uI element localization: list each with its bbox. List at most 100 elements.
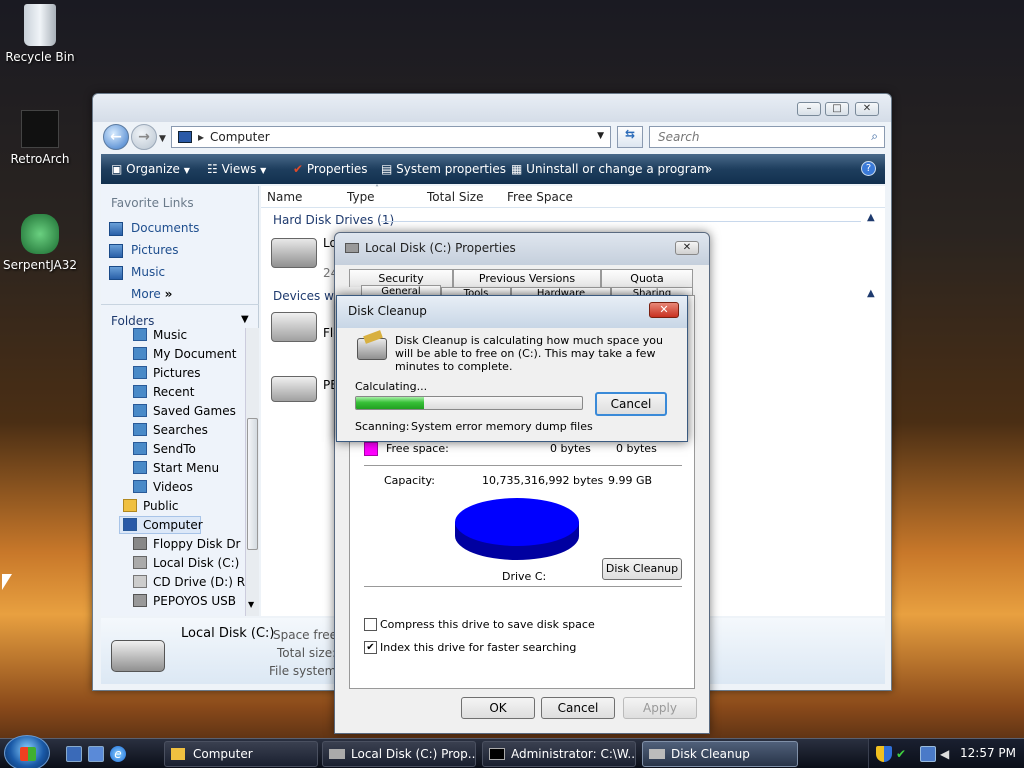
properties-title: Local Disk (C:) Properties — [365, 241, 516, 255]
cleanup-title: Disk Cleanup — [348, 304, 427, 318]
properties-close-button[interactable]: ✕ — [675, 241, 699, 255]
floppy-drive-icon — [133, 537, 147, 550]
collapse-group-icon[interactable]: ▲ — [867, 212, 875, 223]
security-shield-icon[interactable] — [876, 746, 892, 762]
tree-item-start-menu[interactable]: Start Menu — [153, 461, 219, 475]
ok-button[interactable]: OK — [461, 697, 535, 719]
breadcrumb-separator-icon[interactable]: ▸ — [198, 130, 204, 144]
index-checkbox[interactable]: ✔ — [364, 641, 377, 654]
search-placeholder: Search — [658, 130, 700, 144]
uninstall-button[interactable]: ▦ Uninstall or change a program — [511, 162, 709, 176]
desktop-icon-serpentja32[interactable]: SerpentJA32 — [0, 214, 80, 272]
hard-drive-icon — [271, 238, 317, 268]
folders-header[interactable]: Folders — [111, 314, 154, 328]
nav-link-music[interactable]: Music — [131, 265, 165, 279]
scrollbar-thumb[interactable] — [247, 418, 258, 550]
refresh-button[interactable]: ⇆ — [617, 126, 643, 148]
cleanup-close-button[interactable]: ✕ — [649, 302, 679, 318]
cleanup-titlebar[interactable]: Disk Cleanup — [337, 296, 687, 328]
usb-drive-icon — [133, 594, 147, 607]
tree-scrollbar[interactable]: ▼ — [245, 328, 259, 616]
explorer-titlebar[interactable] — [93, 94, 891, 122]
properties-button[interactable]: ✔ Properties — [293, 162, 368, 176]
cleanup-cancel-button[interactable]: Cancel — [595, 392, 667, 416]
system-properties-button[interactable]: ▤ System properties — [381, 162, 506, 176]
navigation-pane: Favorite Links Documents Pictures Music … — [101, 186, 259, 616]
volume-icon[interactable]: ◀ — [940, 746, 956, 762]
folder-icon — [133, 461, 147, 474]
network-icon[interactable] — [920, 746, 936, 762]
views-label: Views — [221, 162, 257, 176]
network-check-icon[interactable]: ✔ — [896, 746, 912, 762]
forward-button[interactable]: → — [131, 124, 157, 150]
search-input[interactable]: Search ⌕ — [649, 126, 885, 148]
nav-link-pictures[interactable]: Pictures — [131, 243, 179, 257]
column-total-size[interactable]: Total Size — [427, 190, 483, 204]
cancel-button[interactable]: Cancel — [541, 697, 615, 719]
public-folder-icon — [123, 499, 137, 512]
tree-item-pepoyos-usb[interactable]: PEPOYOS USB — [153, 594, 236, 608]
column-type[interactable]: Type — [347, 190, 375, 204]
column-name[interactable]: Name — [267, 190, 302, 204]
collapse-group-icon[interactable]: ▲ — [867, 288, 875, 299]
folders-chevron-icon[interactable]: ▼ — [241, 314, 249, 325]
compress-checkbox[interactable] — [364, 618, 377, 631]
tree-item-local-disk[interactable]: Local Disk (C:) — [153, 556, 239, 570]
tree-item-recent[interactable]: Recent — [153, 385, 194, 399]
back-button[interactable]: ← — [103, 124, 129, 150]
tree-item-my-document[interactable]: My Document — [153, 347, 236, 361]
switch-windows-icon[interactable] — [88, 746, 104, 762]
close-button[interactable]: ✕ — [855, 102, 879, 116]
apply-button[interactable]: Apply — [623, 697, 697, 719]
pictures-icon — [109, 244, 123, 258]
tree-item-searches[interactable]: Searches — [153, 423, 208, 437]
address-dropdown-icon[interactable]: ▼ — [597, 131, 604, 141]
nav-link-documents[interactable]: Documents — [131, 221, 199, 235]
sort-indicator-icon: ˄ — [375, 184, 379, 193]
tree-item-pictures[interactable]: Pictures — [153, 366, 201, 380]
tree-item-public[interactable]: Public — [143, 499, 179, 513]
search-icon[interactable]: ⌕ — [871, 129, 878, 144]
internet-explorer-icon[interactable]: e — [110, 746, 126, 762]
start-button[interactable] — [4, 735, 50, 768]
views-menu[interactable]: ☷ Views ▼ — [207, 162, 266, 176]
maximize-button[interactable]: □ — [825, 102, 849, 116]
taskbar-item-computer[interactable]: Computer — [164, 741, 318, 767]
taskbar-item-administrator-cmd[interactable]: Administrator: C:\W... — [482, 741, 636, 767]
help-icon[interactable]: ? — [861, 161, 876, 176]
properties-titlebar[interactable]: Local Disk (C:) Properties ✕ — [335, 233, 709, 265]
tree-item-sendto[interactable]: SendTo — [153, 442, 196, 456]
tree-item-floppy[interactable]: Floppy Disk Dr — [153, 537, 241, 551]
tree-item-computer[interactable]: Computer — [143, 518, 203, 532]
scroll-down-arrow-icon[interactable]: ▼ — [248, 600, 254, 609]
recent-pages-chevron-icon[interactable]: ▼ — [159, 134, 166, 144]
desktop-icon-retroarch[interactable]: RetroArch — [0, 110, 80, 166]
clock[interactable]: 12:57 PM — [960, 746, 1016, 760]
nav-more-link[interactable]: More » — [131, 287, 172, 301]
taskbar-item-disk-cleanup[interactable]: Disk Cleanup — [642, 741, 798, 767]
address-text[interactable]: Computer — [210, 130, 270, 144]
tree-item-music[interactable]: Music — [153, 328, 187, 342]
folder-icon — [133, 404, 147, 417]
desktop-icon-recycle-bin[interactable]: Recycle Bin — [0, 4, 80, 64]
more-commands-button[interactable]: » — [705, 162, 712, 176]
tab-previous-versions[interactable]: Previous Versions — [453, 269, 601, 287]
task-label: Administrator: C:\W... — [511, 747, 636, 761]
group-hard-disk-drives[interactable]: Hard Disk Drives (1) — [273, 213, 394, 227]
column-free-space[interactable]: Free Space — [507, 190, 573, 204]
compress-label[interactable]: Compress this drive to save disk space — [380, 618, 595, 631]
index-label[interactable]: Index this drive for faster searching — [380, 641, 576, 654]
tree-item-cd-drive[interactable]: CD Drive (D:) R — [153, 575, 245, 589]
minimize-button[interactable]: – — [797, 102, 821, 116]
tree-item-saved-games[interactable]: Saved Games — [153, 404, 236, 418]
hard-drive-icon — [133, 556, 147, 569]
programs-icon: ▦ — [511, 162, 523, 176]
tab-quota[interactable]: Quota — [601, 269, 693, 287]
nav-more-label: More — [131, 287, 161, 301]
disk-cleanup-button[interactable]: Disk Cleanup — [602, 558, 682, 580]
address-bar[interactable]: ▸ Computer ▼ — [171, 126, 611, 148]
tree-item-videos[interactable]: Videos — [153, 480, 193, 494]
organize-menu[interactable]: ▣ Organize ▼ — [111, 162, 190, 176]
show-desktop-icon[interactable] — [66, 746, 82, 762]
taskbar-item-local-disk-properties[interactable]: Local Disk (C:) Prop... — [322, 741, 476, 767]
